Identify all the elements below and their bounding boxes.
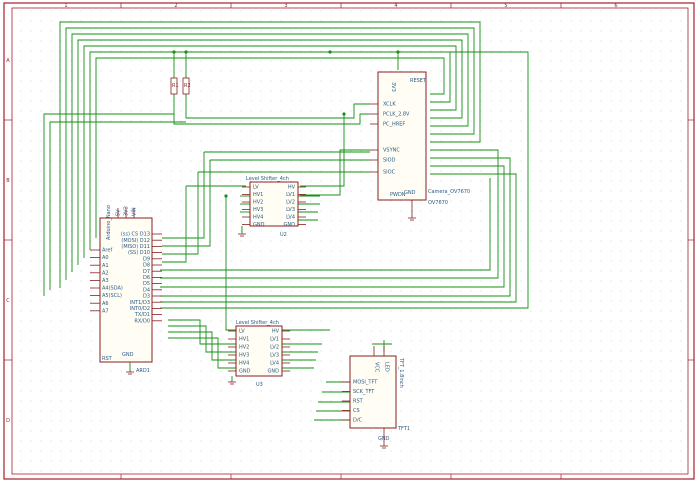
arduino-right-pin-label: D9	[143, 256, 150, 262]
frame-column-label: 6	[614, 3, 617, 9]
camera-name: Camera_OV7670	[428, 189, 470, 195]
tft-left-pin-label: SCK_TFT	[353, 389, 375, 395]
level1-right-pin-label: GND	[284, 222, 296, 228]
camera-left-pin-label: VSYNC	[383, 148, 400, 154]
level2-right-pin-label: LV4	[270, 361, 279, 367]
level2-left-pin-label: GND	[239, 369, 251, 375]
tft-top-pin-label: LED	[384, 362, 390, 372]
level1-left-pin-label: HV4	[253, 215, 263, 221]
arduino-top-pin-label: 5V	[116, 209, 122, 216]
level1-ref: U2	[280, 232, 287, 238]
arduino-left-pin-label: A4(SDA)	[102, 286, 123, 292]
level1-left-pin-label: HV2	[253, 200, 263, 206]
level1-right-pin-label: LV4	[286, 215, 295, 221]
level2-name: Level Shifter_4ch	[236, 320, 279, 326]
arduino-ref: ARD1	[136, 368, 150, 374]
arduino-reset: RST	[102, 356, 113, 362]
level1-right-pin-label: LV1	[286, 192, 295, 198]
level2-right-pin-label: GND	[268, 369, 280, 375]
arduino-right-pin-label: D6	[143, 275, 150, 281]
camera-gnd: GND	[404, 190, 416, 196]
level1-right-pin-label: LV2	[286, 200, 295, 206]
arduino-top-pin-label: 3V3	[124, 206, 130, 216]
schematic-sheet: 1 2 3 4 5 6 A B C D R1 R2 Arduino_Nano ARD1 GND R…	[0, 0, 700, 482]
camera-left-pin-label: PC_HREF	[383, 122, 405, 128]
arduino-right-pin-label: D8	[143, 263, 150, 269]
arduino-left-pin-label: Aref	[102, 248, 112, 254]
frame-column-label: 2	[174, 3, 177, 9]
resistor-r1-ref: R1	[172, 83, 179, 89]
camera-3v3: 3V3	[390, 82, 396, 92]
level1-name: Level Shifter_4ch	[246, 176, 289, 182]
frame-column-label: 5	[504, 3, 507, 9]
arduino-left-pin-label: A3	[102, 278, 109, 284]
level2-right-pin-label: HV	[272, 329, 280, 335]
resistor-r2-ref: R2	[184, 83, 191, 89]
arduino-top-pin-label: VIN	[132, 207, 138, 216]
schematic-canvas: 1 2 3 4 5 6 A B C D R1 R2 Arduino_Nano ARD1 …	[0, 0, 700, 482]
level1-left-pin-label: HV3	[253, 207, 263, 213]
tft-top-pin-label: VCC	[374, 362, 380, 373]
level2-left-pin-label: HV3	[239, 353, 249, 359]
camera-left-pin-label: PCLK_2.8V	[383, 112, 410, 118]
level2-right-pin-label: LV2	[270, 345, 279, 351]
camera-pwdn: PWDN	[390, 192, 406, 198]
arduino-right-pin-label: RX/D0	[134, 318, 150, 324]
level1-left-pin-label: GND	[253, 222, 265, 228]
tft-name: TFT_1.8inch	[398, 357, 404, 388]
arduino-right-pin-label: D5	[143, 281, 150, 287]
level2-left-pin-label: HV2	[239, 345, 249, 351]
camera-sub: OV7670	[428, 200, 448, 206]
camera-left-pin-label: SIOD	[383, 158, 396, 164]
frame-row-label: B	[6, 178, 10, 184]
frame-row-label: C	[6, 298, 10, 304]
tft-ref: TFT1	[397, 426, 410, 432]
arduino-right-pin-label: INT0/D2	[130, 306, 150, 312]
frame-column-label: 3	[284, 3, 287, 9]
level1-left-pin-label: LV	[253, 185, 259, 191]
arduino-right-pin-label: INT1/D3	[130, 300, 150, 306]
level2-ref: U3	[256, 382, 263, 388]
frame-row-label: D	[6, 418, 10, 424]
frame-row-label: A	[6, 58, 10, 64]
arduino-left-pin-label: A5(SCL)	[102, 293, 122, 299]
arduino-right-pin-label: D3	[143, 294, 150, 300]
arduino-right-pin-label: D7	[143, 269, 150, 275]
arduino-right-pin-label: D4	[143, 287, 150, 293]
arduino-left-pin-label: A1	[102, 263, 109, 269]
tft-left-pin-label: D/C	[353, 418, 363, 424]
level2-right-pin-label: LV3	[270, 353, 279, 359]
arduino-name: Arduino_Nano	[106, 205, 112, 240]
level1-right-pin-label: HV	[288, 185, 296, 191]
camera-left-pin-label: SIOC	[383, 170, 396, 176]
camera-reset: RESET	[410, 78, 427, 84]
tft-left-pin-label: MOSI_TFT	[353, 380, 378, 386]
arduino-right-pin-label: (MOSI) D12	[121, 238, 150, 244]
arduino-left-pin-label: A0	[102, 255, 109, 261]
frame-column-label: 4	[394, 3, 397, 9]
level2-left-pin-label: LV	[239, 329, 245, 335]
arduino-gnd: GND	[122, 352, 134, 358]
arduino-right-pin-label: TX/D1	[134, 312, 150, 318]
arduino-right-pin-label: (MISO) D11	[121, 244, 150, 250]
camera-left-pin-label: XCLK	[383, 102, 396, 108]
arduino-right-pin-label: (SS) D10	[128, 250, 150, 256]
arduino-nano[interactable]: Arduino_Nano ARD1 GND RST ArefA0 A1A2 A3 A4…	[90, 205, 162, 374]
arduino-left-pin-label: A7	[102, 308, 109, 314]
tft-left-pin-label: RST	[353, 399, 364, 405]
tft-left-pin-label: CS	[353, 408, 360, 414]
level2-left-pin-label: HV1	[239, 337, 249, 343]
arduino-left-pin-label: A6	[102, 301, 109, 307]
frame-column-label: 1	[64, 3, 67, 9]
level2-right-pin-label: LV1	[270, 337, 279, 343]
arduino-left-pin-label: A2	[102, 270, 109, 276]
level1-left-pin-label: HV1	[253, 192, 263, 198]
level1-right-pin-label: LV3	[286, 207, 295, 213]
arduino-right-pin-label: (ss) CS D13	[121, 232, 150, 238]
level2-left-pin-label: HV4	[239, 361, 249, 367]
